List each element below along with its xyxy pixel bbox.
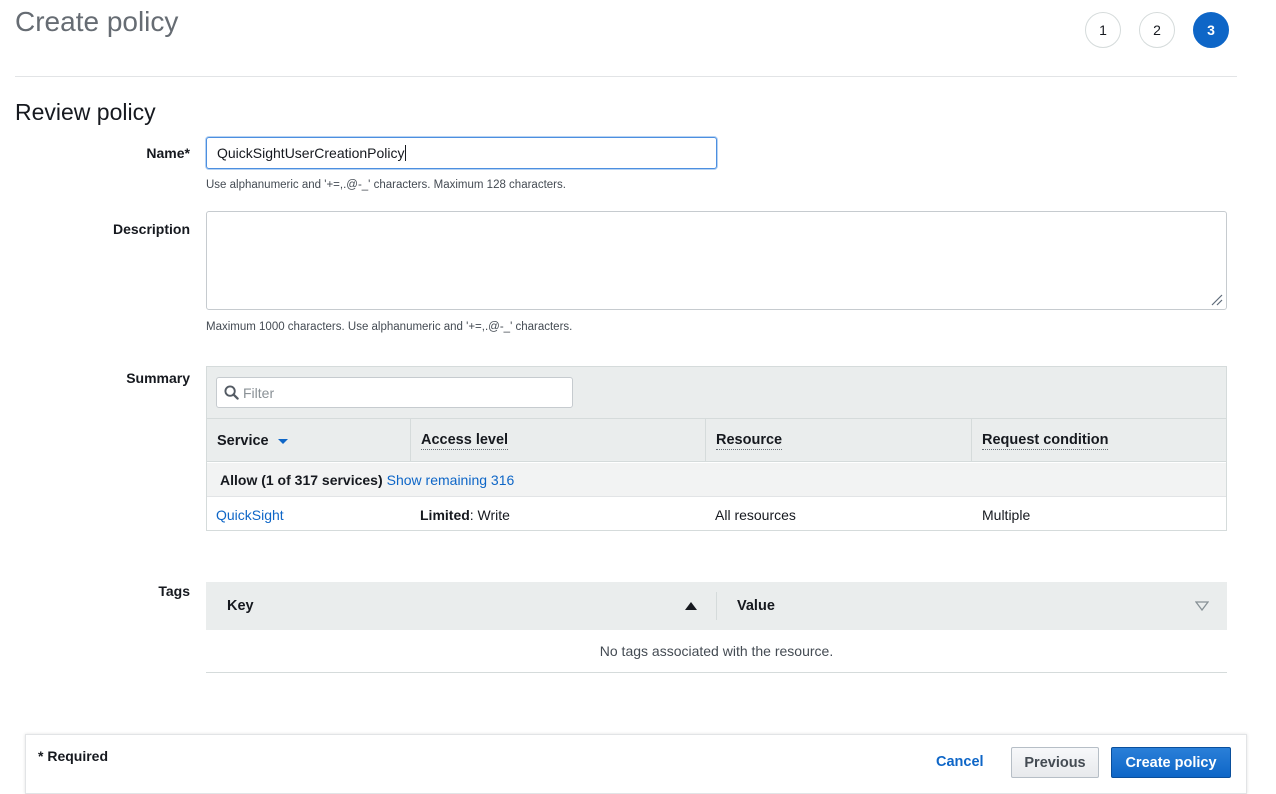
step-3-active: 3 [1193,12,1229,48]
description-label: Description [112,221,190,237]
summary-toolbar: Filter [207,367,1226,419]
step-1[interactable]: 1 [1085,12,1121,48]
create-policy-button[interactable]: Create policy [1111,747,1231,778]
header-divider [15,76,1237,77]
summary-label: Summary [126,370,190,386]
required-note: * Required [38,748,109,764]
column-header-resource-label: Resource [716,431,783,450]
column-header-request-condition[interactable]: Request condition [972,419,1226,462]
filter-input[interactable]: Filter [216,377,573,408]
name-label: Name* [146,145,190,161]
allow-group-label: Allow (1 of 317 services) [220,471,383,488]
section-title: Review policy [15,99,156,125]
column-header-key[interactable]: Key [227,582,254,630]
summary-header-row: Service Access level Resource Request co… [207,419,1226,462]
description-hint: Maximum 1000 characters. Use alphanumeri… [206,321,573,333]
tags-table: Key Value No tags associated with the re… [206,582,1227,673]
cancel-button[interactable]: Cancel [936,754,984,770]
name-input-value: QuickSightUserCreationPolicy [217,145,405,161]
table-row: QuickSight Limited: Write All resources … [207,498,1226,531]
service-link-quicksight[interactable]: QuickSight [216,498,284,531]
column-header-service-label: Service [217,432,269,449]
triangle-up-icon[interactable] [684,601,698,611]
access-level-rest: : Write [469,506,510,523]
access-level-bold: Limited [420,506,470,523]
caret-down-icon [277,438,288,444]
name-input[interactable]: QuickSightUserCreationPolicy [206,137,717,169]
search-icon [224,385,239,400]
previous-button[interactable]: Previous [1011,747,1099,778]
column-header-resource[interactable]: Resource [706,419,971,462]
column-header-request-condition-label: Request condition [982,431,1109,450]
summary-table: Filter Service Access level Resource Req… [206,366,1227,531]
column-header-service[interactable]: Service [207,419,410,462]
column-divider [716,592,717,620]
no-tags-message: No tags associated with the resource. [599,643,834,659]
show-remaining-link[interactable]: Show remaining 316 [387,472,515,488]
tags-header-row: Key Value [206,582,1227,630]
step-2[interactable]: 2 [1139,12,1175,48]
allow-group-row: Allow (1 of 317 services) Show remaining… [207,463,1226,497]
access-level-cell: Limited: Write [420,498,510,531]
request-condition-cell: Multiple [982,506,1031,523]
column-header-value[interactable]: Value [737,582,775,630]
filter-placeholder: Filter [243,384,275,401]
step-indicator: 1 2 3 [1085,12,1229,48]
resource-cell: All resources [715,506,796,523]
column-header-access-level-label: Access level [421,431,509,450]
name-hint: Use alphanumeric and '+=,.@-_' character… [206,179,566,191]
triangle-down-icon[interactable] [1195,601,1209,611]
resize-grip-icon[interactable] [1209,292,1223,306]
tags-label: Tags [158,583,190,599]
description-textarea[interactable] [206,211,1227,310]
page-title: Create policy [15,6,179,37]
column-header-access-level[interactable]: Access level [411,419,706,462]
text-cursor [404,145,406,161]
footer-bar: * Required Cancel Previous Create policy [25,734,1247,794]
